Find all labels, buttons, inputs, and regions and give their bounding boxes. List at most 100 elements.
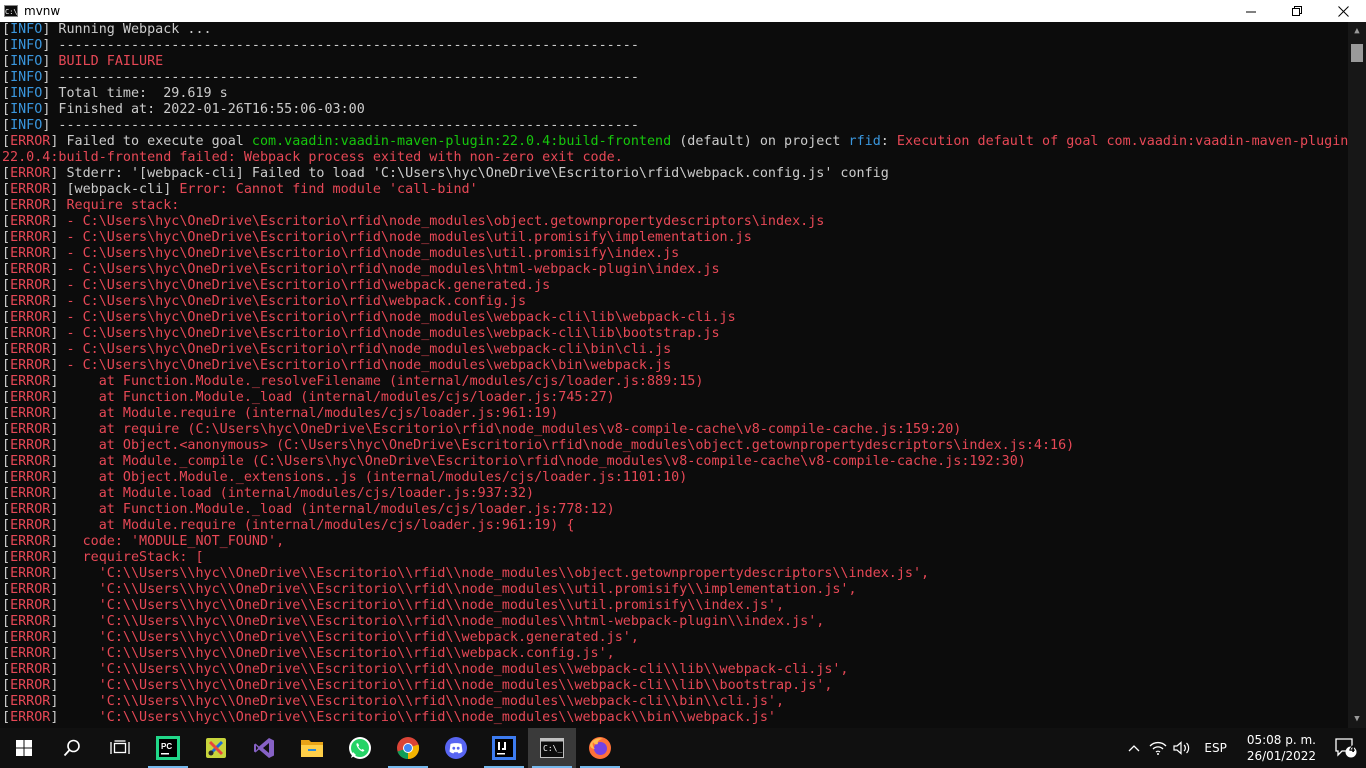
terminal-line: [ERROR] at Object.Module._extensions..js… [2,470,688,485]
log-text: 'C:\\Users\\hyc\\OneDrive\\Escritorio\\r… [58,582,857,597]
log-level-tag: ERROR [10,326,51,341]
vertical-scrollbar[interactable]: ▲ ▼ [1348,22,1366,728]
log-level-tag: ERROR [10,374,51,389]
window-title-bar[interactable]: C:\ mvnw [0,0,1366,22]
terminal-icon: C:\_ [540,738,564,758]
terminal-line: [ERROR] at Module._compile (C:\Users\hyc… [2,454,1026,469]
taskbar-app-terminal[interactable]: C:\_ [528,728,576,768]
notification-count-badge: 4 [1349,745,1356,755]
taskbar-app-pycharm[interactable]: PC [144,728,192,768]
pycharm-icon: PC [156,736,180,760]
terminal-line: [ERROR] at Function.Module._resolveFilen… [2,374,704,389]
log-level-tag: ERROR [10,246,51,261]
terminal-line: [INFO] ---------------------------------… [2,70,639,85]
terminal-line: [ERROR] at Module.require (internal/modu… [2,406,559,421]
show-hidden-icons-button[interactable] [1122,728,1146,768]
taskbar-app-visual-studio[interactable] [240,728,288,768]
taskbar-app-snip[interactable] [192,728,240,768]
system-clock[interactable]: 05:08 p. m. 26/01/2022 [1237,732,1326,764]
taskbar-app-intellij[interactable] [480,728,528,768]
clock-time: 05:08 p. m. [1246,733,1316,747]
taskbar-app-discord[interactable] [432,728,480,768]
log-level-tag: ERROR [10,566,51,581]
log-level-tag: ERROR [10,614,51,629]
log-text: Total time: 29.619 s [50,86,228,101]
scissors-image-app-icon [206,738,226,758]
log-text: at require (C:\Users\hyc\OneDrive\Escrit… [58,422,962,437]
log-level-tag: INFO [10,102,43,117]
log-level-tag: ERROR [10,470,51,485]
svg-text:PC: PC [161,742,172,751]
volume-button[interactable] [1170,728,1194,768]
terminal-line: [ERROR] 'C:\\Users\\hyc\\OneDrive\\Escri… [2,646,615,661]
terminal-line: [ERROR] - C:\Users\hyc\OneDrive\Escritor… [2,358,672,373]
input-language-indicator[interactable]: ESP [1194,741,1236,755]
clock-date: 26/01/2022 [1246,749,1316,763]
log-text: - C:\Users\hyc\OneDrive\Escritorio\rfid\… [58,294,527,309]
log-text: 'C:\\Users\\hyc\\OneDrive\\Escritorio\\r… [58,566,930,581]
scroll-down-icon[interactable]: ▼ [1348,710,1366,728]
start-button[interactable] [0,728,48,768]
taskbar-app-file-explorer[interactable] [288,728,336,768]
log-level-tag: ERROR [10,518,51,533]
task-view-icon [110,740,130,754]
terminal-line: [ERROR] requireStack: [ [2,550,204,565]
firefox-icon [589,737,611,759]
log-level-tag: ERROR [10,694,51,709]
taskbar-app-whatsapp[interactable] [336,728,384,768]
minimize-icon [1245,11,1256,12]
terminal-line: [ERROR] - C:\Users\hyc\OneDrive\Escritor… [2,262,720,277]
log-level-tag: ERROR [10,134,51,149]
scrollbar-thumb[interactable] [1351,44,1363,62]
terminal-line: [ERROR] - C:\Users\hyc\OneDrive\Escritor… [2,214,825,229]
terminal-line: [INFO] Running Webpack ... [2,22,212,37]
minimize-button[interactable] [1228,0,1274,22]
log-text: 'C:\\Users\\hyc\\OneDrive\\Escritorio\\r… [58,614,825,629]
log-text: (default) [671,134,752,149]
scroll-up-icon[interactable]: ▲ [1348,22,1366,40]
terminal-output[interactable]: [INFO] Running Webpack ... [INFO] -------… [0,22,1348,728]
log-level-tag: ERROR [10,646,51,661]
terminal-line: [INFO] BUILD FAILURE [2,54,164,69]
whatsapp-icon [349,737,371,759]
log-text: Failed to execute goal [58,134,252,149]
log-level-tag: ERROR [10,486,51,501]
action-center-button[interactable]: 4 [1326,728,1366,768]
log-level-tag: ERROR [10,598,51,613]
terminal-line: [ERROR] - C:\Users\hyc\OneDrive\Escritor… [2,342,672,357]
taskbar-app-chrome[interactable] [384,728,432,768]
log-text: ----------------------------------------… [50,70,639,85]
window-title: mvnw [24,4,61,18]
discord-icon [445,737,467,759]
chevron-up-icon [1128,745,1140,752]
taskbar-app-firefox[interactable] [576,728,624,768]
log-text: Running Webpack ... [50,22,212,37]
log-level-tag: INFO [10,22,43,37]
terminal-line: [ERROR] code: 'MODULE_NOT_FOUND', [2,534,285,549]
search-button[interactable] [48,728,96,768]
log-level-tag: INFO [10,70,43,85]
log-text: 'C:\\Users\\hyc\\OneDrive\\Escritorio\\r… [58,646,615,661]
log-level-tag: ERROR [10,422,51,437]
terminal-line: [ERROR] at Module.require (internal/modu… [2,518,575,533]
terminal-line: [ERROR] 'C:\\Users\\hyc\\OneDrive\\Escri… [2,566,930,581]
terminal-line: [ERROR] Require stack: [2,198,180,213]
close-button[interactable] [1320,0,1366,22]
log-level-tag: ERROR [10,262,51,277]
network-button[interactable] [1146,728,1170,768]
restore-button[interactable] [1274,0,1320,22]
terminal-line: [ERROR] - C:\Users\hyc\OneDrive\Escritor… [2,294,527,309]
task-view-button[interactable] [96,728,144,768]
log-text: 'C:\\Users\\hyc\\OneDrive\\Escritorio\\r… [58,662,849,677]
terminal-line: [ERROR] 'C:\\Users\\hyc\\OneDrive\\Escri… [2,694,785,709]
terminal-line: [INFO] ---------------------------------… [2,118,639,133]
log-text: Stderr: '[webpack-cli] Failed to load 'C… [58,166,889,181]
log-text: - C:\Users\hyc\OneDrive\Escritorio\rfid\… [58,214,825,229]
log-text: at Function.Module._resolveFilename (int… [58,374,704,389]
log-level-tag: ERROR [10,710,51,725]
log-text: at Module._compile (C:\Users\hyc\OneDriv… [58,454,1026,469]
log-text: requireStack: [ [58,550,204,565]
terminal-line: [ERROR] - C:\Users\hyc\OneDrive\Escritor… [2,246,680,261]
log-text: BUILD FAILURE [50,54,164,69]
log-text: Finished at: 2022-01-26T16:55:06-03:00 [50,102,365,117]
